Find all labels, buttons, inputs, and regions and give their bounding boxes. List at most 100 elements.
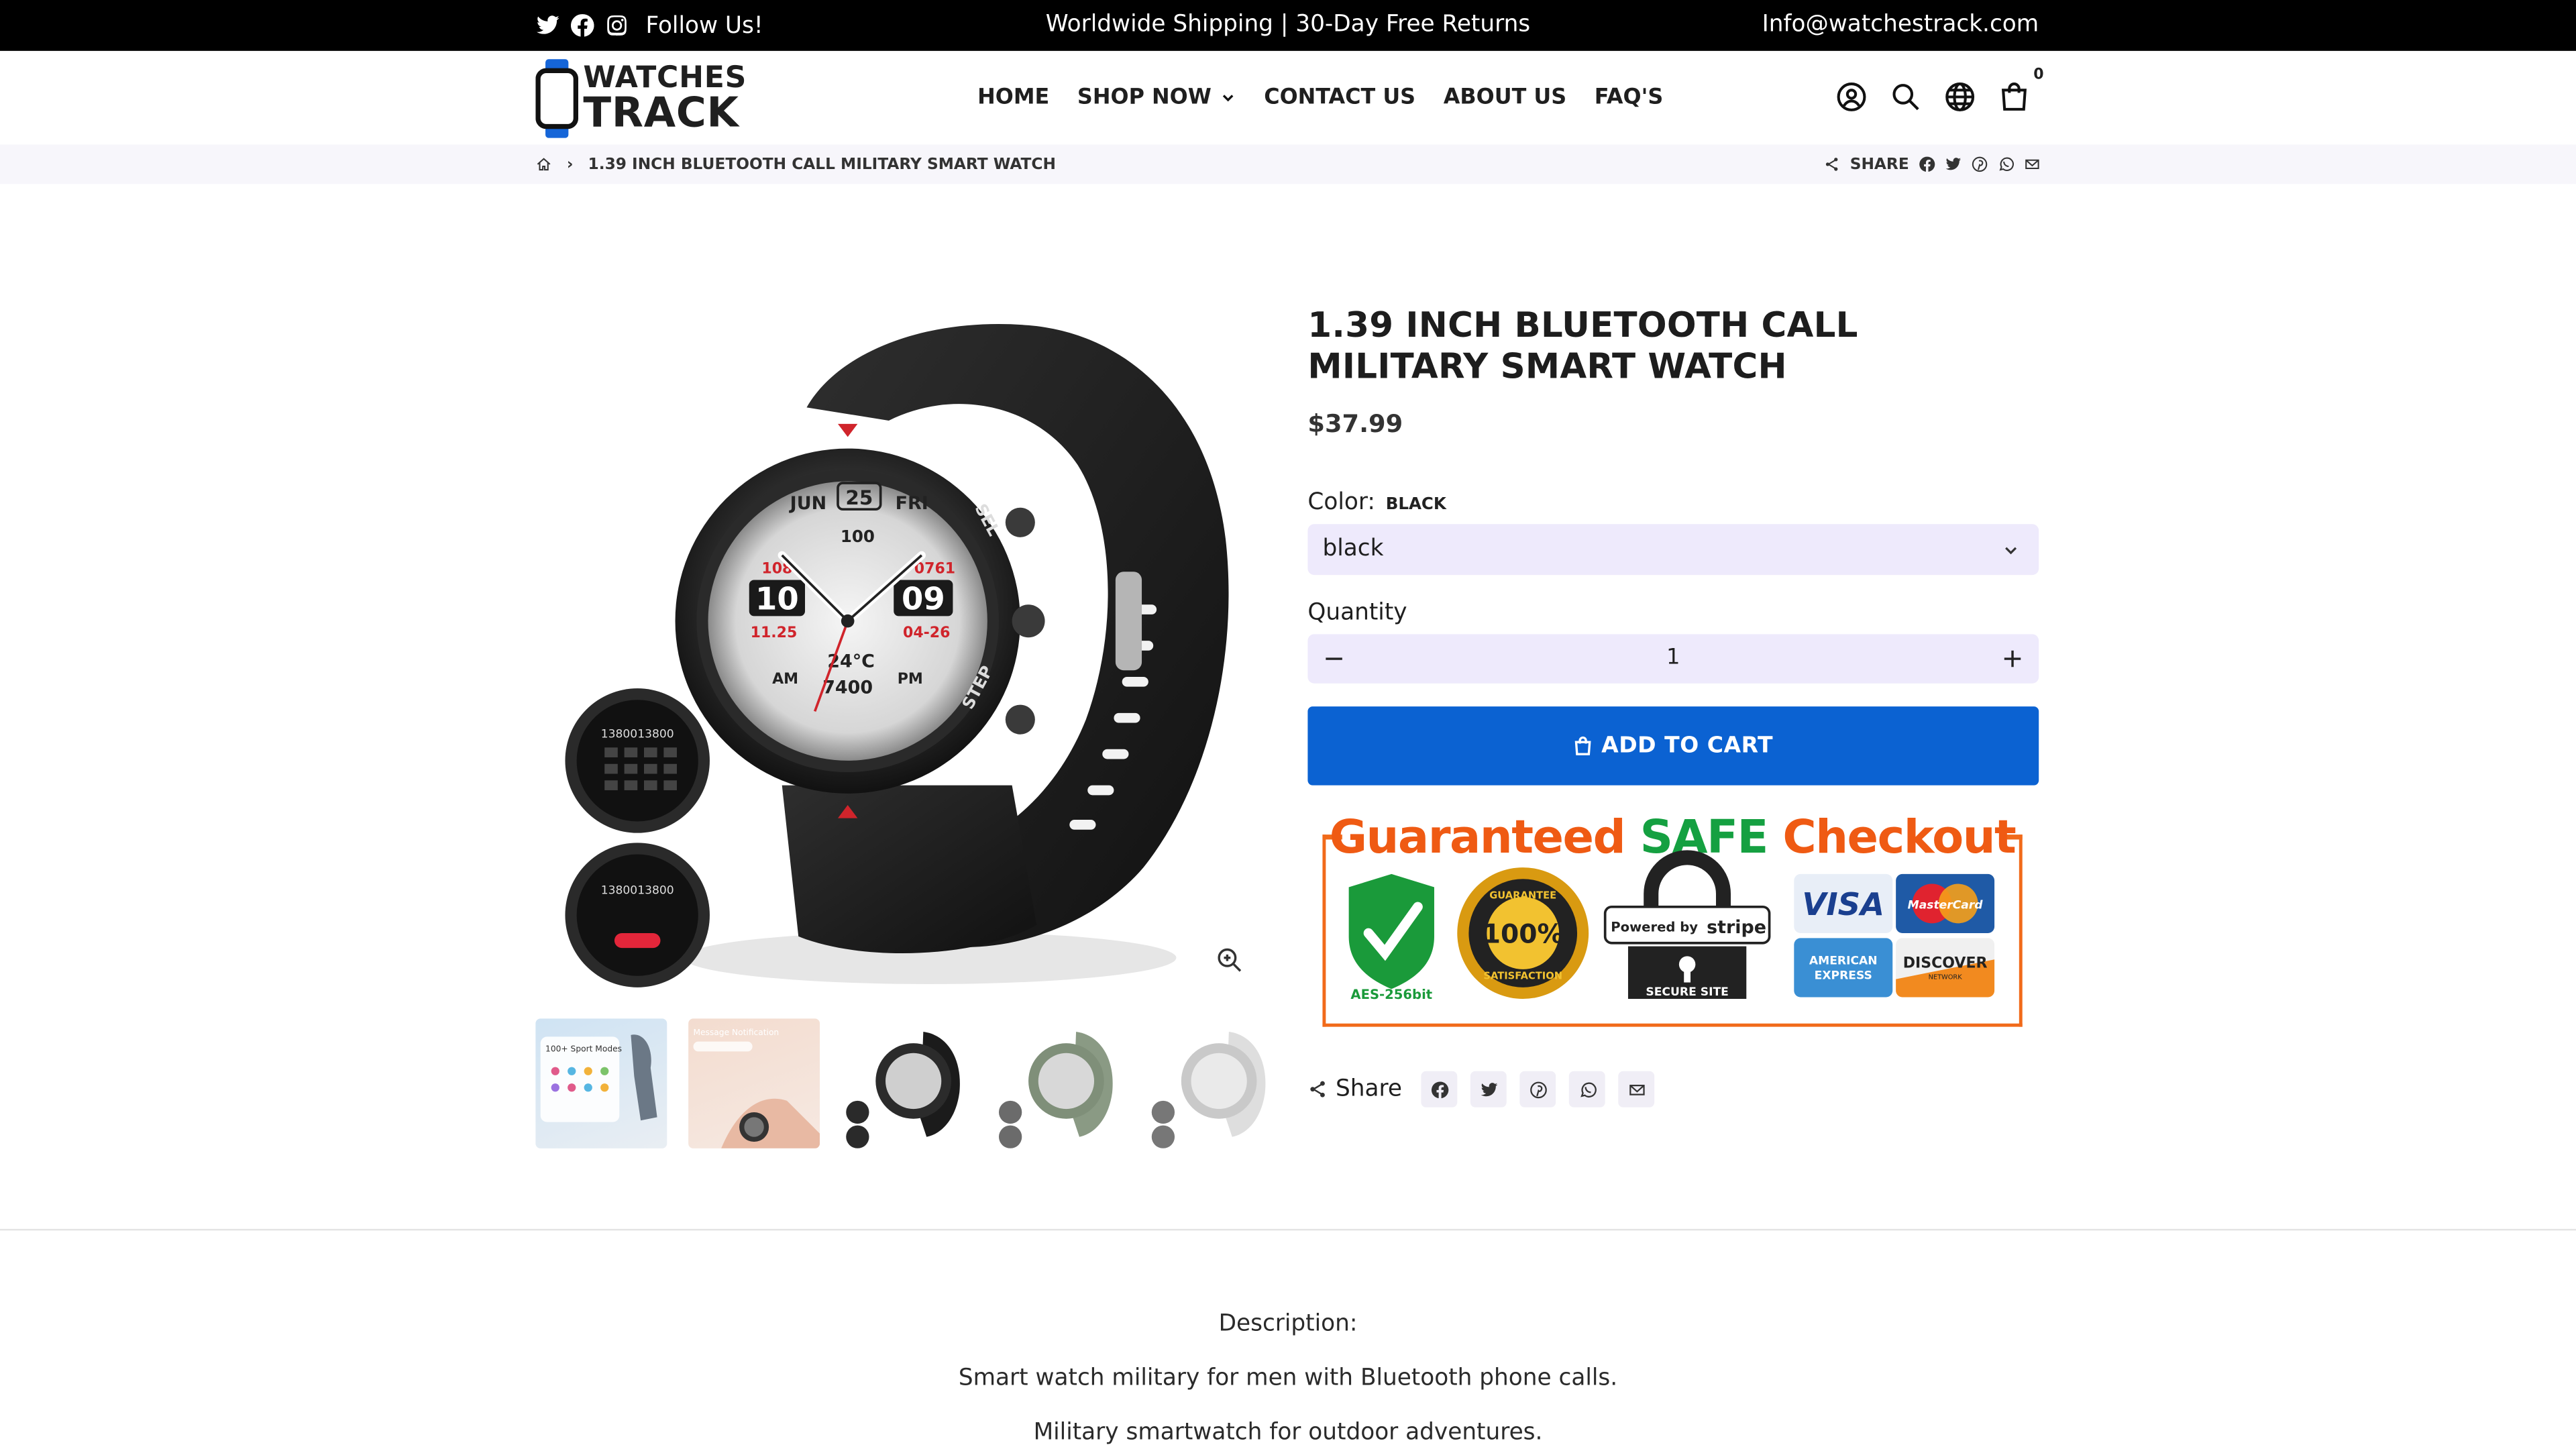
color-label-text: Color: <box>1307 489 1375 516</box>
product-title: 1.39 INCH BLUETOOTH CALL MILITARY SMART … <box>1307 305 1858 386</box>
svg-text:7400: 7400 <box>822 677 873 698</box>
thumbnail-3[interactable] <box>841 1018 973 1148</box>
svg-text:25: 25 <box>845 486 873 509</box>
section-divider <box>0 1228 2576 1231</box>
discover-card-icon: DISCOVER NETWORK <box>1896 938 1995 998</box>
share-whatsapp-button[interactable] <box>1569 1071 1606 1108</box>
site-header: WATCHES TRACK HOME SHOP NOW CONTACT US A… <box>0 50 2576 145</box>
svg-text:1380013800: 1380013800 <box>601 883 674 897</box>
announcement-text: Worldwide Shipping | 30-Day Free Returns <box>1045 11 1531 38</box>
svg-text:100%: 100% <box>1483 920 1564 950</box>
nav-about-label: ABOUT US <box>1443 85 1567 111</box>
svg-text:100+ Sport Modes: 100+ Sport Modes <box>545 1044 622 1053</box>
language-button[interactable] <box>1943 80 1976 113</box>
contact-email-link[interactable]: Info@watchestrack.com <box>1762 0 2039 51</box>
facebook-share-icon[interactable] <box>1919 156 1935 172</box>
product-thumbnails: 100+ Sport Modes Message Notification <box>535 1018 1279 1148</box>
watch-logo-icon <box>535 59 579 138</box>
amex-card-icon: AMERICAN EXPRESS <box>1794 938 1893 998</box>
nav-faqs[interactable]: FAQ'S <box>1595 85 1663 110</box>
color-select[interactable]: black <box>1307 524 2039 576</box>
thumbnail-4[interactable] <box>994 1018 1126 1148</box>
shopping-bag-icon <box>1574 736 1591 755</box>
breadcrumb-separator: › <box>566 155 574 174</box>
nav-contact-label: CONTACT US <box>1264 85 1416 111</box>
svg-text:DISCOVER: DISCOVER <box>1903 955 1988 971</box>
zoom-icon[interactable] <box>1216 947 1242 973</box>
svg-text:VISA: VISA <box>1802 886 1884 922</box>
whatsapp-share-icon[interactable] <box>1998 156 2014 172</box>
svg-text:AMERICAN: AMERICAN <box>1809 955 1878 968</box>
svg-text:0761: 0761 <box>914 561 955 578</box>
share-email-button[interactable] <box>1619 1071 1656 1108</box>
color-label: Color: BLACK <box>1307 490 1446 516</box>
thumbnail-2[interactable]: Message Notification <box>688 1018 820 1148</box>
share-facebook-button[interactable] <box>1421 1071 1458 1108</box>
share-pinterest-button[interactable] <box>1520 1071 1557 1108</box>
add-to-cart-button[interactable]: ADD TO CART <box>1307 706 2039 786</box>
share-icon <box>1825 158 1838 171</box>
quantity-input[interactable]: 1 <box>1307 634 2039 683</box>
facebook-icon <box>1431 1081 1449 1097</box>
breadcrumb-current: 1.39 INCH BLUETOOTH CALL MILITARY SMART … <box>588 155 1056 174</box>
thumbnail-green-watch <box>998 1031 1113 1148</box>
checkout-trust-icons: AES-256bit 100% GUARANTEE SATISFACTION P… <box>1348 850 1995 1002</box>
product-main-image[interactable]: JUN 25 FRI 100 108 0761 10 09 11.25 04-2… <box>535 309 1267 996</box>
svg-text:SECURE SITE: SECURE SITE <box>1646 985 1728 999</box>
main-nav: HOME SHOP NOW CONTACT US ABOUT US FAQ'S <box>977 51 1663 145</box>
nav-shop-now[interactable]: SHOP NOW <box>1077 85 1236 110</box>
color-select-value: black <box>1322 535 1384 562</box>
svg-text:stripe: stripe <box>1707 917 1766 938</box>
description-line-2: Military smartwatch for outdoor adventur… <box>1033 1419 1543 1446</box>
svg-text:PM: PM <box>898 671 923 688</box>
home-icon[interactable] <box>535 156 551 172</box>
cart-button[interactable]: 0 <box>1998 67 2044 113</box>
pinterest-share-icon[interactable] <box>1972 156 1988 172</box>
thumbnail-message-image: Message Notification <box>693 1028 820 1148</box>
svg-text:EXPRESS: EXPRESS <box>1815 969 1872 983</box>
svg-text:AM: AM <box>772 671 798 688</box>
share-label-text: Share <box>1336 1076 1402 1103</box>
share-twitter-button[interactable] <box>1470 1071 1507 1108</box>
svg-text:GUARANTEE: GUARANTEE <box>1489 890 1556 902</box>
thumbnail-white-watch <box>1151 1031 1266 1148</box>
email-share-icon[interactable] <box>2024 156 2040 172</box>
account-button[interactable] <box>1835 80 1868 113</box>
svg-text:NETWORK: NETWORK <box>1929 974 1963 981</box>
share-label: Share <box>1307 1076 1402 1102</box>
satisfaction-seal-icon: 100% GUARANTEE SATISFACTION <box>1457 867 1589 999</box>
thumbnail-sport-modes-image: 100+ Sport Modes <box>540 1034 657 1122</box>
shield-check-icon: AES-256bit <box>1348 873 1434 1002</box>
announcement-bar: Follow Us! Worldwide Shipping | 30-Day F… <box>0 0 2576 51</box>
logo-text-track: TRACK <box>583 89 739 137</box>
svg-text:MasterCard: MasterCard <box>1908 898 1984 912</box>
nav-about-us[interactable]: ABOUT US <box>1444 85 1566 110</box>
stripe-lock-icon: Powered by stripe SECURE SITE <box>1603 850 1771 999</box>
svg-text:10: 10 <box>755 581 799 617</box>
email-icon <box>1629 1083 1645 1095</box>
description-line-1: Smart watch military for men with Blueto… <box>958 1365 1618 1392</box>
svg-text:100: 100 <box>841 527 875 546</box>
svg-text:11.25: 11.25 <box>751 625 798 641</box>
chevron-down-icon <box>1223 95 1234 102</box>
breadcrumb-share-label: SHARE <box>1849 155 1909 174</box>
breadcrumb: › 1.39 INCH BLUETOOTH CALL MILITARY SMAR… <box>0 144 2576 184</box>
thumbnail-5[interactable] <box>1146 1018 1279 1148</box>
search-button[interactable] <box>1889 80 1922 113</box>
chevron-down-icon <box>2005 547 2017 555</box>
svg-text:04-26: 04-26 <box>903 625 950 641</box>
nav-home[interactable]: HOME <box>977 85 1049 110</box>
shopping-bag-icon <box>2001 83 2027 111</box>
nav-faqs-label: FAQ'S <box>1594 85 1664 111</box>
nav-contact-us[interactable]: CONTACT US <box>1264 85 1415 110</box>
nav-home-label: HOME <box>977 85 1050 111</box>
site-logo[interactable]: WATCHES TRACK <box>535 59 747 138</box>
visa-card-icon: VISA <box>1794 873 1893 934</box>
svg-text:AES-256bit: AES-256bit <box>1350 987 1432 1002</box>
safe-checkout-badge: Guaranteed SAFE Checkout AES-256bit 100% <box>1322 808 2023 1027</box>
thumbnail-1[interactable]: 100+ Sport Modes <box>535 1018 667 1148</box>
smartwatch-image: JUN 25 FRI 100 108 0761 10 09 11.25 04-2… <box>565 324 1229 987</box>
svg-text:Message Notification: Message Notification <box>693 1028 779 1037</box>
plus-icon[interactable] <box>2001 634 2024 683</box>
twitter-share-icon[interactable] <box>1945 156 1962 172</box>
